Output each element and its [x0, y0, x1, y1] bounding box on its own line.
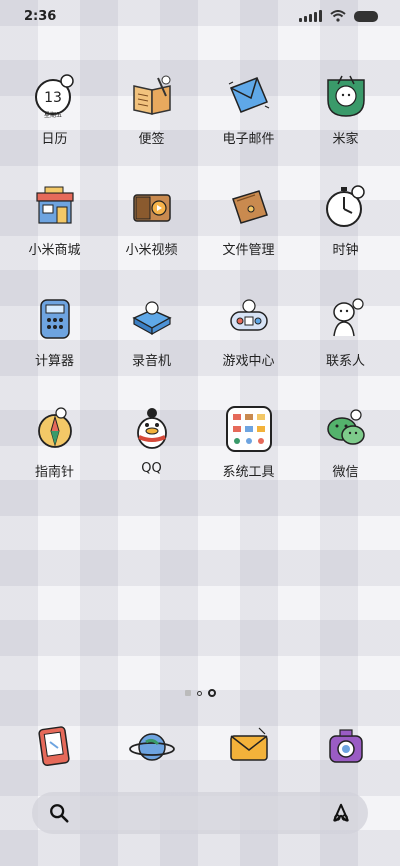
- app-game-center[interactable]: 游戏中心: [200, 294, 297, 369]
- file-manager-icon: [225, 183, 273, 231]
- page-menu-icon[interactable]: [184, 690, 191, 696]
- page-dot-1[interactable]: [196, 690, 202, 696]
- email-icon: [225, 72, 273, 120]
- app-label: 小米商城: [28, 243, 81, 258]
- app-label: 便签: [138, 132, 165, 147]
- app-label: 游戏中心: [222, 354, 275, 369]
- video-icon: [128, 183, 176, 231]
- search-bar[interactable]: [32, 792, 368, 834]
- status-time: 2:36: [24, 9, 57, 24]
- calendar-weekday: 星期五: [43, 111, 61, 119]
- status-bar: 2:36: [0, 0, 400, 34]
- app-label: 微信: [332, 465, 359, 480]
- app-label: 联系人: [325, 354, 365, 369]
- qq-icon: [128, 405, 176, 453]
- app-label: 电子邮件: [222, 132, 275, 147]
- app-label: 系统工具: [222, 465, 275, 480]
- folder-system-tools[interactable]: 系统工具: [200, 405, 297, 480]
- app-qq[interactable]: QQ: [103, 405, 200, 480]
- game-center-icon: [225, 294, 273, 342]
- notes-icon: [128, 72, 176, 120]
- app-label: 文件管理: [222, 243, 275, 258]
- app-label: 时钟: [332, 243, 359, 258]
- app-label: 小米视频: [125, 243, 178, 258]
- search-icon[interactable]: [48, 802, 70, 824]
- page-indicator: [0, 689, 400, 697]
- browser-icon: [128, 722, 176, 770]
- app-clock[interactable]: 时钟: [297, 183, 394, 258]
- dock: [6, 722, 394, 770]
- app-label: 米家: [332, 132, 359, 147]
- dock-browser[interactable]: [103, 722, 200, 770]
- wechat-icon: [322, 405, 370, 453]
- mijia-icon: [322, 72, 370, 120]
- app-email[interactable]: 电子邮件: [200, 72, 297, 147]
- camera-icon: [322, 722, 370, 770]
- app-mi-video[interactable]: 小米视频: [103, 183, 200, 258]
- app-recorder[interactable]: 录音机: [103, 294, 200, 369]
- dock-camera[interactable]: [297, 722, 394, 770]
- app-mi-store[interactable]: 小米商城: [6, 183, 103, 258]
- signal-icon: [299, 10, 322, 22]
- recorder-icon: [128, 294, 176, 342]
- app-calculator[interactable]: 计算器: [6, 294, 103, 369]
- clock-icon: [322, 183, 370, 231]
- dock-phone[interactable]: [6, 722, 103, 770]
- app-label: 计算器: [34, 354, 74, 369]
- page-dot-2-active[interactable]: [207, 689, 216, 697]
- app-file-manager[interactable]: 文件管理: [200, 183, 297, 258]
- app-grid: 13 星期五 日历 便签 电子邮件 米家 小米商城 小米视频 文件管理 时钟 计…: [6, 72, 394, 480]
- app-notes[interactable]: 便签: [103, 72, 200, 147]
- store-icon: [31, 183, 79, 231]
- xiaoai-assistant-icon[interactable]: [330, 802, 352, 824]
- compass-icon: [31, 405, 79, 453]
- app-label: 指南针: [34, 465, 74, 480]
- system-tools-folder-icon: [225, 405, 273, 453]
- app-compass[interactable]: 指南针: [6, 405, 103, 480]
- app-wechat[interactable]: 微信: [297, 405, 394, 480]
- app-label: QQ: [141, 461, 162, 476]
- battery-icon: [354, 10, 378, 22]
- messages-icon: [225, 722, 273, 770]
- wifi-icon: [330, 10, 346, 22]
- contacts-icon: [322, 294, 370, 342]
- calculator-icon: [31, 294, 79, 342]
- app-label: 日历: [41, 132, 68, 147]
- calendar-day: 13: [44, 90, 62, 106]
- status-icons: [299, 10, 378, 22]
- calendar-icon: 13 星期五: [31, 72, 79, 120]
- app-calendar[interactable]: 13 星期五 日历: [6, 72, 103, 147]
- dock-messages[interactable]: [200, 722, 297, 770]
- app-contacts[interactable]: 联系人: [297, 294, 394, 369]
- app-mijia[interactable]: 米家: [297, 72, 394, 147]
- phone-icon: [31, 722, 79, 770]
- app-label: 录音机: [131, 354, 171, 369]
